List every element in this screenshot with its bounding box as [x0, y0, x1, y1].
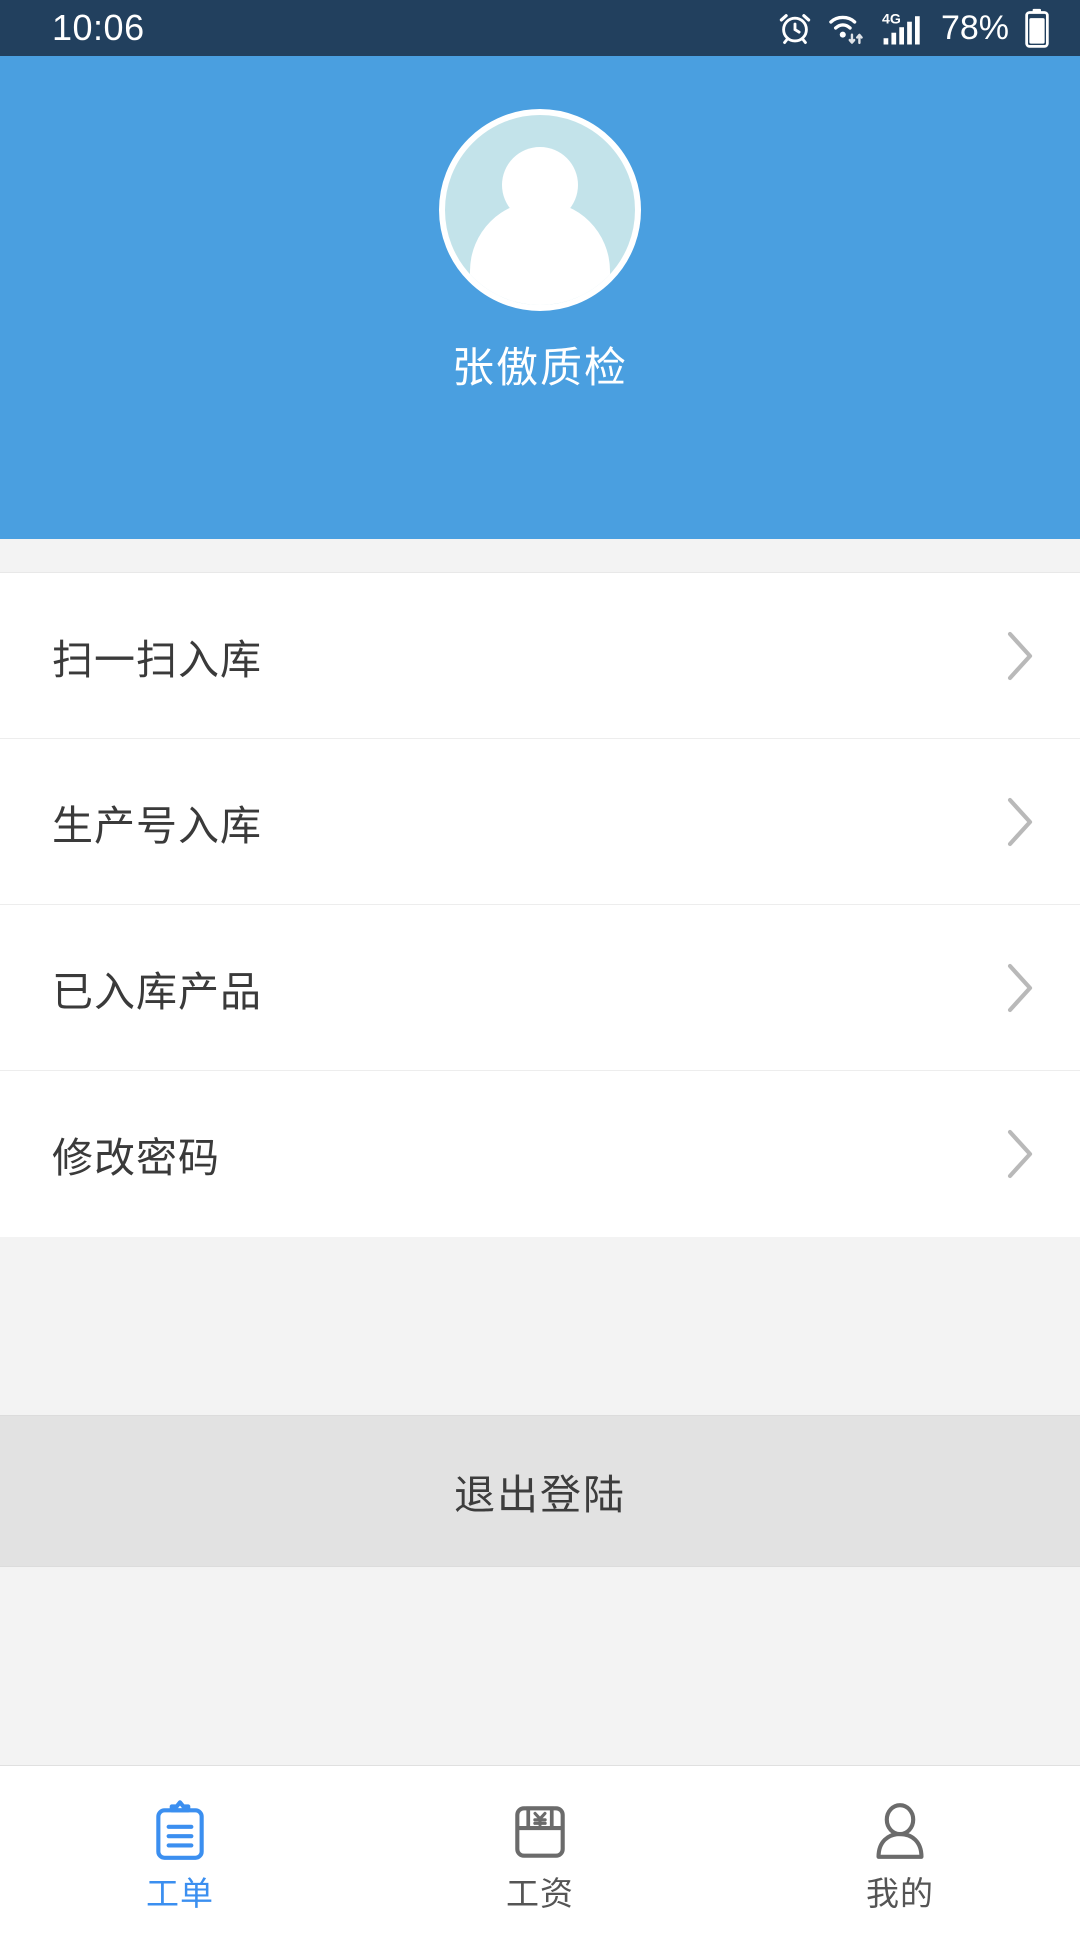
logout-button-label: 退出登陆 [454, 1472, 626, 1518]
tab-mine[interactable]: 我的 [720, 1766, 1080, 1937]
tab-salary[interactable]: 工资 [360, 1766, 720, 1937]
menu-item-production-number-inbound[interactable]: 生产号入库 [0, 739, 1080, 905]
tab-label: 我的 [866, 1875, 934, 1912]
chevron-right-icon [1004, 796, 1038, 848]
battery-percent-label: 78% [940, 9, 1009, 47]
menu-item-label: 已入库产品 [52, 968, 262, 1015]
svg-text:4G: 4G [882, 10, 901, 26]
section-gap-top [0, 539, 1080, 573]
menu-item-stored-products[interactable]: 已入库产品 [0, 905, 1080, 1071]
section-gap-middle [0, 1237, 1080, 1415]
avatar-body-shape [470, 201, 610, 305]
status-icons: 4G 78% [776, 8, 1050, 48]
tab-work-orders[interactable]: 工单 [0, 1766, 360, 1937]
menu-item-change-password[interactable]: 修改密码 [0, 1071, 1080, 1237]
menu-list: 扫一扫入库 生产号入库 已入库产品 修改密码 [0, 573, 1080, 1237]
wifi-icon [827, 9, 869, 47]
avatar[interactable] [439, 109, 641, 311]
chevron-right-icon [1004, 962, 1038, 1014]
status-bar: 10:06 4G 78% [0, 0, 1080, 56]
tab-label: 工单 [146, 1875, 214, 1912]
person-icon [867, 1799, 933, 1865]
battery-icon [1024, 8, 1050, 48]
4g-signal-icon: 4G [882, 9, 926, 47]
logout-button[interactable]: 退出登陆 [0, 1415, 1080, 1567]
menu-item-label: 扫一扫入库 [52, 636, 262, 683]
menu-item-label: 修改密码 [52, 1135, 220, 1181]
profile-name: 张傲质检 [451, 344, 628, 391]
menu-item-scan-inbound[interactable]: 扫一扫入库 [0, 573, 1080, 739]
section-gap-bottom [0, 1567, 1080, 1765]
status-clock: 10:06 [52, 7, 145, 48]
wallet-yuan-icon [507, 1799, 573, 1865]
clipboard-icon [147, 1799, 213, 1865]
app-screen: 10:06 4G 78% 张傲质检 扫一扫入库 生产号入库 已入库产品 修改密码… [0, 0, 1080, 1937]
tab-label: 工资 [506, 1875, 574, 1912]
chevron-right-icon [1004, 1128, 1038, 1180]
alarm-clock-icon [776, 9, 814, 47]
bottom-navigation-bar: 工单 工资 我的 [0, 1765, 1080, 1937]
profile-header: 张傲质检 [0, 56, 1080, 539]
chevron-right-icon [1004, 630, 1038, 682]
menu-item-label: 生产号入库 [52, 802, 262, 849]
